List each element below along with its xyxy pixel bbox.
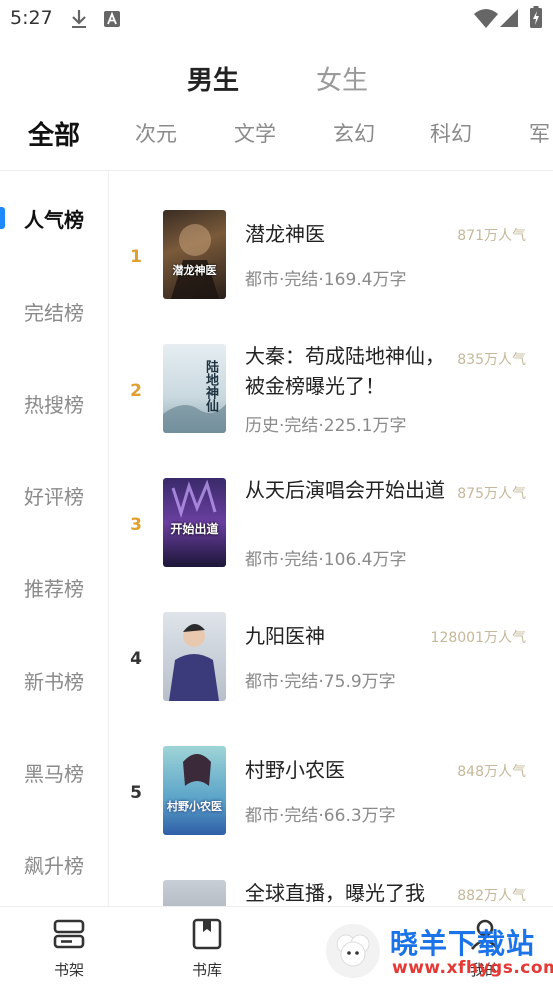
signal-icon <box>500 9 518 31</box>
book-row[interactable]: 1 潜龙神医 潜龙神医 都市·完结·169.4万字 871万人气 <box>110 209 553 343</box>
download-icon <box>70 9 88 33</box>
status-bar: 5:27 <box>0 0 553 40</box>
ranking-sidebar: 人气榜 完结榜 热搜榜 好评榜 推荐榜 新书榜 黑马榜 飙升榜 <box>0 171 109 906</box>
cover-title: 开始出道 <box>170 522 219 536</box>
category-military[interactable]: 军 <box>529 118 550 148</box>
cover-title: 村野小农医 <box>167 800 222 813</box>
book-title: 从天后演唱会开始出道 <box>245 478 445 502</box>
rank-number: 2 <box>130 381 142 401</box>
library-icon <box>191 917 223 955</box>
sidebar-item-recommended[interactable]: 推荐榜 <box>0 573 108 602</box>
font-icon <box>104 11 120 31</box>
watermark-text: 晓羊下载站 <box>390 927 536 960</box>
rank-number: 5 <box>130 783 142 803</box>
rank-number: 4 <box>130 649 142 669</box>
nav-label: 书架 <box>53 961 84 979</box>
category-literature[interactable]: 文学 <box>234 118 276 148</box>
popularity: 128001万人气 <box>430 630 526 646</box>
category-scifi[interactable]: 科幻 <box>430 118 472 148</box>
nav-label: 书库 <box>191 961 222 979</box>
category-all[interactable]: 全部 <box>28 118 80 152</box>
sidebar-item-top-rated[interactable]: 好评榜 <box>0 481 108 510</box>
popularity: 875万人气 <box>457 486 526 502</box>
category-anime[interactable]: 次元 <box>135 118 177 148</box>
book-list: 1 潜龙神医 潜龙神医 都市·完结·169.4万字 871万人气 2 陆地神仙 … <box>110 171 553 906</box>
sidebar-item-rising[interactable]: 飙升榜 <box>0 850 108 879</box>
book-title: 村野小农医 <box>245 758 345 782</box>
book-cover[interactable]: 陆地神仙 <box>163 344 226 433</box>
tab-female[interactable]: 女生 <box>316 60 368 97</box>
wifi-icon <box>474 8 498 32</box>
book-row[interactable]: 2 陆地神仙 大秦：苟成陆地神仙，被金榜曝光了！ 历史·完结·225.1万字 8… <box>110 343 553 477</box>
rank-number: 3 <box>130 515 142 535</box>
book-row[interactable]: 5 村野小农医 村野小农医 都市·完结·66.3万字 848万人气 <box>110 745 553 879</box>
nav-library[interactable]: 书库 <box>172 907 242 984</box>
popularity: 835万人气 <box>457 352 526 368</box>
popularity: 882万人气 <box>457 888 526 904</box>
book-meta: 都市·完结·106.4万字 <box>245 550 407 570</box>
nav-bookshelf[interactable]: 书架 <box>34 907 104 984</box>
book-cover[interactable]: 潜龙神医 <box>163 210 226 299</box>
book-row[interactable]: 全球直播，曝光了我 882万人气 <box>110 879 553 906</box>
sidebar-item-popular[interactable]: 人气榜 <box>0 204 108 233</box>
sidebar-item-dark-horse[interactable]: 黑马榜 <box>0 758 108 787</box>
category-tabs: 全部 次元 文学 玄幻 科幻 军 <box>0 118 553 158</box>
book-row[interactable]: 3 开始出道 从天后演唱会开始出道 都市·完结·106.4万字 875万人气 <box>110 477 553 611</box>
status-time: 5:27 <box>10 7 53 29</box>
book-cover[interactable] <box>163 880 226 906</box>
book-title: 全球直播，曝光了我 <box>245 881 425 905</box>
book-cover[interactable] <box>163 612 226 701</box>
watermark-url: www.xfhygs.com <box>392 958 553 978</box>
book-cover[interactable]: 开始出道 <box>163 478 226 567</box>
popularity: 848万人气 <box>457 764 526 780</box>
cover-title: 陆地神仙 <box>203 360 218 412</box>
popularity: 871万人气 <box>457 228 526 244</box>
battery-icon <box>530 6 542 32</box>
book-row[interactable]: 4 九阳医神 都市·完结·75.9万字 128001万人气 <box>110 611 553 745</box>
category-fantasy[interactable]: 玄幻 <box>333 118 375 148</box>
cover-title: 潜龙神医 <box>172 264 217 277</box>
book-title: 潜龙神医 <box>245 222 325 246</box>
book-meta: 历史·完结·225.1万字 <box>245 416 407 436</box>
book-meta: 都市·完结·66.3万字 <box>245 806 396 826</box>
book-meta: 都市·完结·75.9万字 <box>245 672 396 692</box>
sidebar-item-hot-search[interactable]: 热搜榜 <box>0 389 108 418</box>
book-title: 大秦：苟成陆地神仙，被金榜曝光了！ <box>245 344 445 398</box>
sidebar-item-new[interactable]: 新书榜 <box>0 666 108 695</box>
book-title: 九阳医神 <box>245 624 325 648</box>
rank-number: 1 <box>130 247 142 267</box>
watermark: 晓羊下载站 www.xfhygs.com <box>320 918 553 984</box>
sidebar-item-completed[interactable]: 完结榜 <box>0 297 108 326</box>
book-cover[interactable]: 村野小农医 <box>163 746 226 835</box>
tab-male[interactable]: 男生 <box>187 60 239 97</box>
sheep-logo-icon <box>324 922 382 984</box>
book-meta: 都市·完结·169.4万字 <box>245 270 407 290</box>
bookshelf-icon <box>52 917 86 955</box>
